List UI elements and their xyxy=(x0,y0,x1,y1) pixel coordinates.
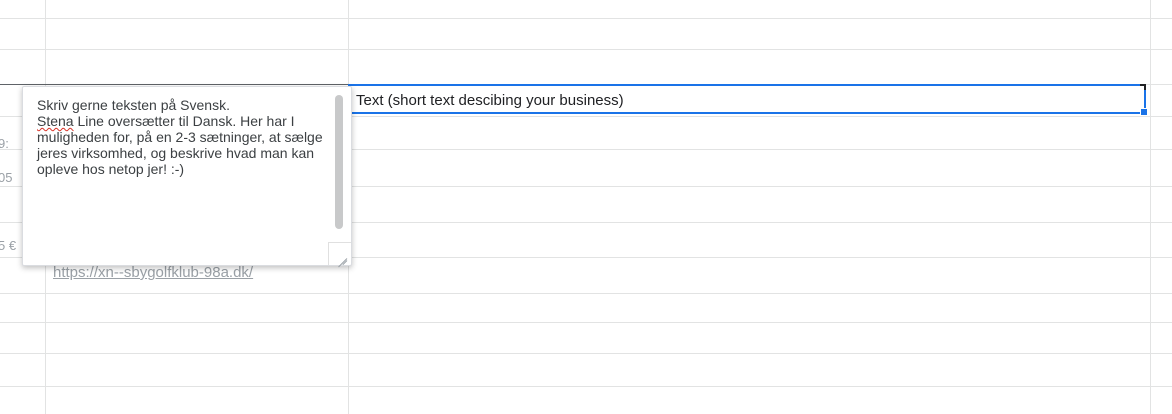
spellcheck-word: Stena xyxy=(37,113,74,129)
note-text-rest: Line oversætter til Dansk. Her har I mul… xyxy=(37,113,323,177)
grid-column-line xyxy=(1150,0,1151,414)
cell-note-popup[interactable]: Skriv gerne teksten på Svensk. Stena Line… xyxy=(22,86,352,266)
comment-corner-indicator xyxy=(1140,84,1146,90)
note-text[interactable]: Skriv gerne teksten på Svensk. Stena Line… xyxy=(37,97,327,177)
grid-row-line xyxy=(0,353,1172,354)
grid-row-line xyxy=(0,49,1172,50)
row-number-fragment: 5 € xyxy=(0,238,17,253)
grid-row-line xyxy=(0,18,1172,19)
grid-row-line xyxy=(0,293,1172,294)
selected-cell-text: Text (short text descibing your business… xyxy=(356,92,624,109)
note-resize-handle[interactable] xyxy=(328,242,351,265)
note-text-line: Skriv gerne teksten på Svensk. xyxy=(37,97,230,113)
row-number-fragment: 9: xyxy=(0,136,9,151)
row-divider-dark xyxy=(0,84,352,85)
grid-row-line xyxy=(0,322,1172,323)
resize-grip-icon xyxy=(331,245,349,263)
selected-cell[interactable]: Text (short text descibing your business… xyxy=(348,84,1148,116)
grid-row-line xyxy=(0,386,1172,387)
note-scrollbar[interactable] xyxy=(335,95,343,229)
row-number-fragment: 05 xyxy=(0,170,13,185)
fill-handle[interactable] xyxy=(1140,108,1148,116)
website-link-cell[interactable]: https://xn--sbygolfklub-98a.dk/ xyxy=(53,264,253,281)
